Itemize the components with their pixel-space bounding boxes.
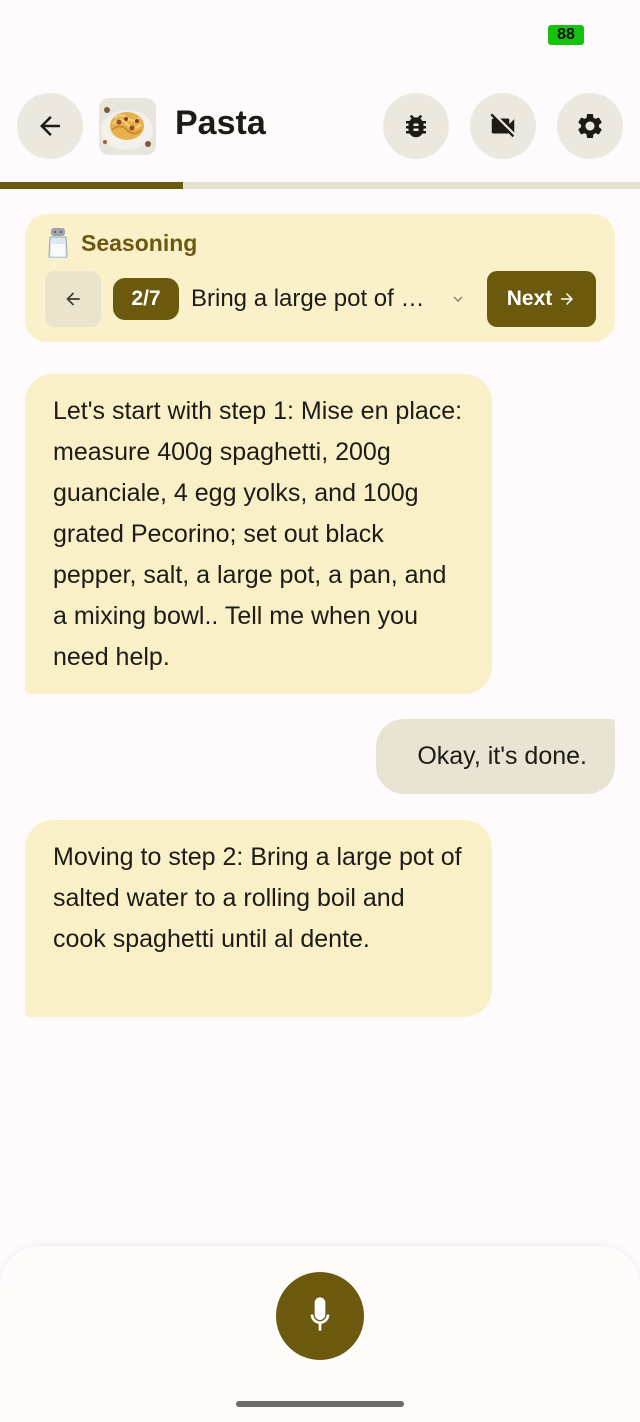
- microphone-icon: [310, 1297, 330, 1331]
- previous-step-button[interactable]: [45, 271, 101, 327]
- next-button-label: Next: [506, 287, 553, 310]
- salt-shaker-icon: [48, 228, 68, 258]
- assistant-message: Let's start with step 1: Mise en place: …: [25, 374, 492, 694]
- step-selector-dropdown[interactable]: Bring a large pot of salted water to a r…: [191, 278, 471, 320]
- recipe-thumbnail: [99, 98, 156, 155]
- recipe-title: Pasta: [175, 104, 266, 142]
- bug-icon: [406, 114, 426, 138]
- arrow-back-icon: [40, 116, 60, 136]
- step-counter-badge: 2/7: [113, 278, 179, 320]
- arrow-back-icon: [66, 292, 80, 306]
- settings-button[interactable]: [557, 93, 623, 159]
- back-button[interactable]: [17, 93, 83, 159]
- user-message: Okay, it's done.: [376, 719, 615, 794]
- app-bar: Pasta: [0, 92, 640, 162]
- status-bar: 88: [0, 0, 640, 70]
- arrow-forward-icon: [561, 293, 574, 305]
- recipe-progress-bar: [0, 182, 640, 189]
- step-navigator-card: Seasoning 2/7 Bring a large pot of salte…: [25, 214, 615, 342]
- current-step-text: Bring a large pot of salted water to a r…: [191, 285, 433, 312]
- videocam-off-icon: [490, 113, 515, 138]
- home-indicator[interactable]: [236, 1401, 404, 1407]
- debug-button[interactable]: [383, 93, 449, 159]
- recipe-progress-fill: [0, 182, 183, 189]
- cooking-assistant-screen: 88 Pasta Seasoning 2/7 Bring a large pot…: [0, 0, 640, 1422]
- chevron-down-icon: [453, 296, 463, 302]
- next-step-button[interactable]: Next: [487, 271, 596, 327]
- battery-indicator: 88: [548, 25, 584, 45]
- section-header: Seasoning: [47, 228, 197, 258]
- section-title: Seasoning: [81, 229, 198, 256]
- assistant-message: Moving to step 2: Bring a large pot of s…: [25, 820, 492, 1017]
- microphone-button[interactable]: [276, 1272, 364, 1360]
- video-toggle-button[interactable]: [470, 93, 536, 159]
- settings-icon: [578, 114, 602, 138]
